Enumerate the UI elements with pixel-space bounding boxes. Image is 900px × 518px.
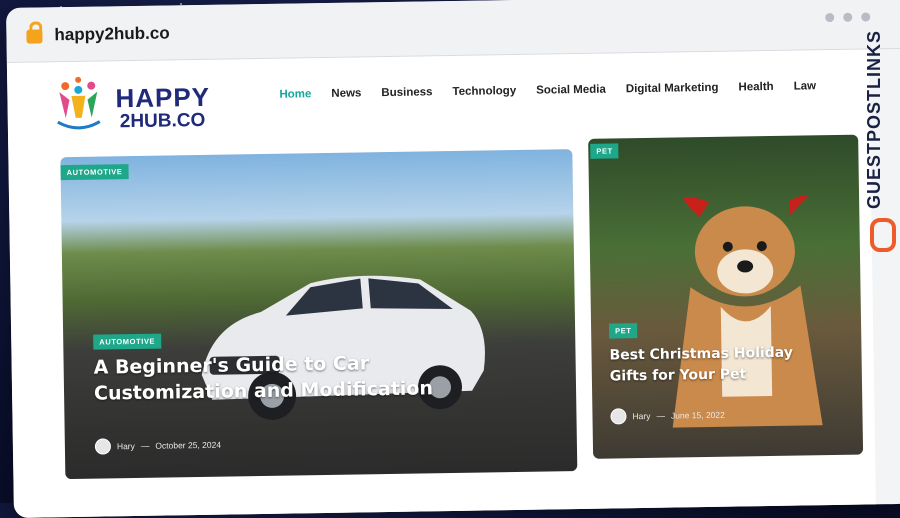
site-logo[interactable]: HAPPY 2HUB.CO <box>47 71 238 140</box>
guestpostlinks-brand: GUESTPOSTLINKS <box>860 30 900 290</box>
brand-text: GUESTPOSTLINKS <box>864 30 884 210</box>
post-author[interactable]: Hary <box>117 441 135 451</box>
meta-separator: — <box>656 410 666 421</box>
nav-news[interactable]: News <box>331 87 361 99</box>
nav-social-media[interactable]: Social Media <box>536 84 606 97</box>
nav-digital-marketing[interactable]: Digital Marketing <box>626 82 719 95</box>
featured-post-card[interactable]: AUTOMOTIVE AUTOMOTIVE A Beginner's Guide… <box>60 149 578 480</box>
post-author[interactable]: Hary <box>632 411 650 421</box>
post-title[interactable]: Best Christmas Holiday Gifts for Your Pe… <box>609 342 830 387</box>
logo-figures-icon <box>57 76 101 130</box>
nav-home[interactable]: Home <box>279 88 311 101</box>
category-badge[interactable]: AUTOMOTIVE <box>93 333 162 350</box>
post-meta: Hary — October 25, 2024 <box>94 437 222 455</box>
category-badge[interactable]: PET <box>609 323 638 339</box>
category-badge[interactable]: PET <box>590 143 619 159</box>
post-title[interactable]: A Beginner's Guide to Car Customization … <box>93 348 494 406</box>
browser-window: happy2hub.co HAPPY 2HUB.CO Home News Bus… <box>6 0 900 518</box>
side-post-card[interactable]: PET PET Best Christmas Holiday Gifts for… <box>588 134 864 459</box>
window-dot-icon <box>843 12 853 22</box>
url-text[interactable]: happy2hub.co <box>54 23 170 45</box>
logo-line-2: 2HUB.CO <box>119 109 206 133</box>
post-meta: Hary — June 15, 2022 <box>610 407 725 425</box>
window-dot-icon <box>861 12 871 22</box>
window-controls <box>825 12 871 23</box>
meta-separator: — <box>140 440 150 451</box>
category-badge[interactable]: AUTOMOTIVE <box>60 164 129 181</box>
avatar <box>94 438 112 455</box>
avatar <box>610 408 627 425</box>
main-nav: Home News Business Technology Social Med… <box>279 80 816 100</box>
lock-icon <box>26 29 43 44</box>
nav-technology[interactable]: Technology <box>452 85 516 98</box>
post-date: June 15, 2022 <box>670 409 725 421</box>
web-page: HAPPY 2HUB.CO Home News Business Technol… <box>6 49 876 518</box>
nav-business[interactable]: Business <box>381 86 432 99</box>
nav-law[interactable]: Law <box>794 80 817 92</box>
window-dot-icon <box>825 12 835 23</box>
nav-health[interactable]: Health <box>738 81 773 94</box>
link-icon <box>870 218 896 252</box>
post-date: October 25, 2024 <box>155 439 222 451</box>
